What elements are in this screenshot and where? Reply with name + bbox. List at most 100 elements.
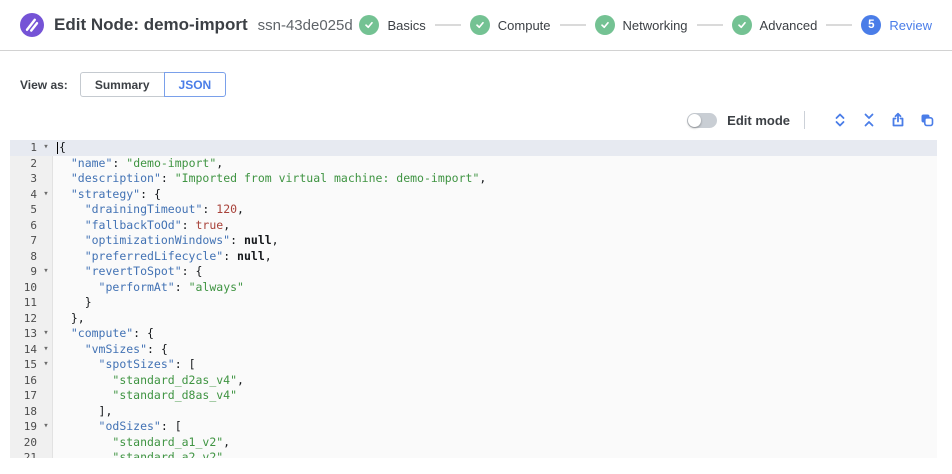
fold-spacer [40,233,53,249]
code-line[interactable]: 4▾ "strategy": { [10,187,937,203]
step-advanced[interactable]: Advanced [732,15,818,35]
fold-spacer [40,311,53,327]
line-number: 15 [10,357,40,373]
fold-spacer [40,295,53,311]
editor-action-bar: Edit mode [0,109,952,131]
step-review[interactable]: 5Review [861,15,932,35]
step-networking[interactable]: Networking [595,15,688,35]
check-icon [732,15,752,35]
line-number: 20 [10,435,40,451]
editor-actions [819,112,935,128]
collapse-all-icon[interactable] [861,112,877,128]
text-cursor [57,142,58,154]
edit-mode-label: Edit mode [727,113,790,128]
view-as-label: View as: [20,78,68,92]
code-line[interactable]: 7 "optimizationWindows": null, [10,233,937,249]
fold-arrow-icon[interactable]: ▾ [40,342,53,358]
fold-arrow-icon[interactable]: ▾ [40,357,53,373]
fold-spacer [40,435,53,451]
line-number: 10 [10,280,40,296]
code-line[interactable]: 6 "fallbackToOd": true, [10,218,937,234]
line-number: 13 [10,326,40,342]
step-label: Review [889,18,932,33]
check-icon [595,15,615,35]
fold-spacer [40,202,53,218]
view-option-json[interactable]: JSON [164,72,227,97]
fold-spacer [40,388,53,404]
step-connector [560,24,586,26]
step-connector [697,24,723,26]
step-basics[interactable]: Basics [359,15,425,35]
step-label: Networking [623,18,688,33]
fold-spacer [40,171,53,187]
line-number: 8 [10,249,40,265]
fold-arrow-icon[interactable]: ▾ [40,419,53,435]
code-line[interactable]: 20 "standard_a1_v2", [10,435,937,451]
line-number: 5 [10,202,40,218]
fold-arrow-icon[interactable]: ▾ [40,187,53,203]
line-number: 9 [10,264,40,280]
fold-arrow-icon[interactable]: ▾ [40,264,53,280]
view-toggle-group: SummaryJSON [80,72,226,97]
code-line[interactable]: 10 "performAt": "always" [10,280,937,296]
line-number: 11 [10,295,40,311]
line-number: 17 [10,388,40,404]
code-line[interactable]: 3 "description": "Imported from virtual … [10,171,937,187]
fold-arrow-icon[interactable]: ▾ [40,326,53,342]
code-line[interactable]: 8 "preferredLifecycle": null, [10,249,937,265]
line-number: 12 [10,311,40,327]
copy-icon[interactable] [919,112,935,128]
json-editor[interactable]: 1▾{2 "name": "demo-import",3 "descriptio… [10,140,937,458]
node-id: ssn-43de025d [258,17,353,34]
stepper: Basics Compute Networking Advanced 5Review [359,15,932,35]
toggle-knob [688,114,701,127]
fold-spacer [40,373,53,389]
header: Edit Node: demo-import ssn-43de025d Basi… [0,0,952,51]
view-option-summary[interactable]: Summary [80,72,165,97]
fold-spacer [40,218,53,234]
code-line[interactable]: 18 ], [10,404,937,420]
step-compute[interactable]: Compute [470,15,551,35]
line-number: 1 [10,140,40,156]
spot-logo-icon [20,13,44,37]
fold-spacer [40,280,53,296]
code-line[interactable]: 11 } [10,295,937,311]
line-number: 6 [10,218,40,234]
code-line[interactable]: 2 "name": "demo-import", [10,156,937,172]
expand-all-icon[interactable] [832,112,848,128]
code-line[interactable]: 14▾ "vmSizes": { [10,342,937,358]
code-line[interactable]: 19▾ "odSizes": [ [10,419,937,435]
code-line[interactable]: 12 }, [10,311,937,327]
code-line[interactable]: 21 "standard_a2_v2" [10,450,937,458]
line-number: 7 [10,233,40,249]
edit-mode-toggle[interactable] [687,113,717,128]
line-number: 4 [10,187,40,203]
code-line[interactable]: 9▾ "revertToSpot": { [10,264,937,280]
step-connector [826,24,852,26]
view-as-bar: View as: SummaryJSON [0,51,952,97]
fold-spacer [40,450,53,458]
line-number: 3 [10,171,40,187]
line-number: 19 [10,419,40,435]
step-label: Basics [387,18,425,33]
line-number: 16 [10,373,40,389]
line-number: 21 [10,450,40,458]
code-line[interactable]: 13▾ "compute": { [10,326,937,342]
code-line[interactable]: 15▾ "spotSizes": [ [10,357,937,373]
step-connector [435,24,461,26]
code-line[interactable]: 17 "standard_d8as_v4" [10,388,937,404]
step-label: Compute [498,18,551,33]
line-number: 2 [10,156,40,172]
code-line[interactable]: 16 "standard_d2as_v4", [10,373,937,389]
code-line[interactable]: 1▾{ [10,140,937,156]
check-icon [470,15,490,35]
divider [804,111,805,129]
line-number: 18 [10,404,40,420]
fold-arrow-icon[interactable]: ▾ [40,140,53,156]
fold-spacer [40,404,53,420]
code-line[interactable]: 5 "drainingTimeout": 120, [10,202,937,218]
page-title: Edit Node: demo-import [54,15,248,35]
fold-spacer [40,156,53,172]
step-label: Advanced [760,18,818,33]
export-icon[interactable] [890,112,906,128]
